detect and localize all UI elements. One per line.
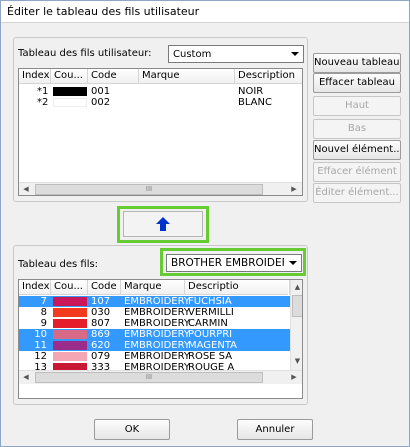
row-index: 9 [40,318,47,329]
row-code: 620 [91,340,111,351]
scroll-left-icon[interactable]: ◀ [19,371,33,384]
chevron-down-icon[interactable] [287,46,303,62]
vertical-scrollbar[interactable]: ▲ ▼ [290,280,302,370]
table-row[interactable]: 9 807 EMBROIDERY CARMIN [19,318,290,329]
col-brand[interactable]: Marque [139,69,235,84]
horizontal-scrollbar[interactable]: ◀ III ▶ [19,370,302,384]
ok-button[interactable]: OK [94,419,170,440]
user-table-list[interactable]: Index Cou... Code Marque Description *1 … [18,68,303,196]
row-index: *1 [37,86,49,97]
table-row[interactable]: 10 869 EMBROIDERY POURPRI [19,329,290,340]
table-row[interactable]: 12 079 EMBROIDERY ROSE SA [19,351,290,362]
table-row[interactable]: 8 030 EMBROIDERY VERMILLI [19,307,290,318]
dialog-window: Éditer le tableau des fils utilisateur T… [0,0,410,447]
cancel-button[interactable]: Annuler [237,419,313,440]
scroll-thumb[interactable]: III [35,184,263,195]
col-color[interactable]: Cou... [51,69,88,84]
row-index: 12 [34,351,47,362]
row-code: 002 [91,97,111,108]
row-description: BLANC [238,97,272,108]
row-brand: EMBROIDERY [124,296,191,307]
title-bar: Éditer le tableau des fils utilisateur [1,1,409,23]
row-description: ROSE SA [188,351,233,362]
row-brand: EMBROIDERY [124,351,191,362]
table-row[interactable]: 7 107 EMBROIDERY FUCHSIA [19,296,290,307]
user-table-select-value: Custom [173,49,212,60]
row-index: *2 [37,97,49,108]
row-code: 001 [91,86,111,97]
row-description: CARMIN [188,318,228,329]
row-index: 7 [40,296,47,307]
col-index[interactable]: Index [19,69,51,84]
delete-element-button[interactable]: Effacer élément [313,162,401,182]
scroll-right-icon[interactable]: ▶ [287,183,301,195]
row-code: 107 [91,296,111,307]
user-table-select[interactable]: Custom [168,45,304,63]
color-swatch [53,341,87,350]
row-code: 807 [91,318,111,329]
thread-table-list[interactable]: Index Cou... Code Marque Descriptio 7 107… [18,279,303,399]
thread-table-select[interactable]: BROTHER EMBROIDEF [166,254,302,272]
scroll-grip: III [145,185,153,193]
scroll-thumb[interactable]: III [35,372,263,383]
col-description[interactable]: Description [235,69,302,84]
scroll-right-icon[interactable]: ▶ [287,371,301,384]
row-description: FUCHSIA [188,296,232,307]
row-brand: EMBROIDERY [124,329,191,340]
move-down-button[interactable]: Bas [313,119,401,139]
row-brand: EMBROIDERY [124,318,191,329]
table-row[interactable]: *2 002 BLANC [19,97,302,108]
scroll-thumb[interactable] [292,295,302,317]
row-brand: EMBROIDERY [124,307,191,318]
row-index: 8 [40,307,47,318]
color-swatch [53,308,87,317]
color-swatch [53,330,87,339]
chevron-down-icon[interactable] [285,255,301,271]
row-code: 869 [91,329,111,340]
col-description[interactable]: Descriptio [185,280,290,295]
row-code: 030 [91,307,111,318]
scroll-grip: III [145,373,153,381]
new-table-button[interactable]: Nouveau tableau... [313,53,401,73]
thread-table-header: Index Cou... Code Marque Descriptio [19,280,290,295]
horizontal-scrollbar[interactable]: ◀ III ▶ [19,182,302,195]
window-title: Éditer le tableau des fils utilisateur [7,5,200,18]
scroll-up-icon[interactable]: ▲ [291,280,302,294]
thread-table-group: Tableau des fils: BROTHER EMBROIDEF Inde… [13,245,308,405]
user-table-group: Tableau des fils utilisateur: Custom Ind… [13,37,308,202]
col-code[interactable]: Code [88,280,121,295]
color-swatch [53,352,87,361]
row-description: VERMILLI [188,307,234,318]
user-table-header: Index Cou... Code Marque Description [19,69,302,84]
scroll-left-icon[interactable]: ◀ [19,183,33,195]
edit-element-button[interactable]: Éditer élément... [313,183,401,203]
color-swatch [53,87,87,96]
user-table-label: Tableau des fils utilisateur: [18,48,152,59]
table-row[interactable]: *1 001 NOIR [19,86,302,97]
color-swatch [53,297,87,306]
scroll-down-icon[interactable]: ▼ [291,354,302,368]
thread-table-select-value: BROTHER EMBROIDEF [171,257,284,269]
row-description: POURPRI [188,329,233,340]
row-code: 079 [91,351,111,362]
col-brand[interactable]: Marque [121,280,185,295]
thread-table-label: Tableau des fils: [18,259,99,270]
color-swatch [53,319,87,328]
row-index: 11 [34,340,47,351]
col-color[interactable]: Cou... [51,280,88,295]
color-swatch [53,98,87,107]
table-row[interactable]: 11 620 EMBROIDERY MAGENTA [19,340,290,351]
copy-to-user-table-button[interactable] [123,211,203,237]
row-brand: EMBROIDERY [124,340,191,351]
delete-table-button[interactable]: Effacer tableau [313,73,401,93]
arrow-up-icon [156,217,170,231]
row-description: NOIR [238,86,264,97]
col-code[interactable]: Code [88,69,139,84]
row-description: MAGENTA [188,340,238,351]
move-up-button[interactable]: Haut [313,96,401,116]
row-index: 10 [34,329,47,340]
col-index[interactable]: Index [19,280,51,295]
new-element-button[interactable]: Nouvel élément... [313,140,401,160]
